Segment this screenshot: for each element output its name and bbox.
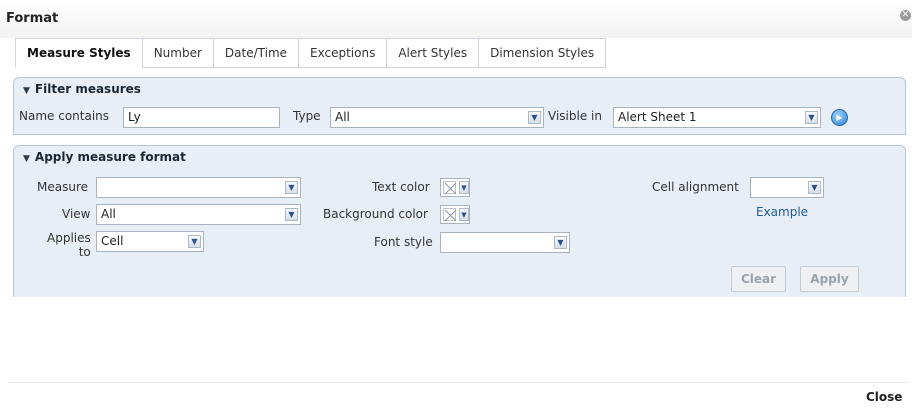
type-label: Type (293, 109, 321, 123)
font-style-select[interactable]: ▼ (440, 232, 570, 253)
text-color-label: Text color (372, 180, 430, 194)
visible-in-select[interactable]: Alert Sheet 1 ▼ (613, 107, 821, 128)
tab-number[interactable]: Number (141, 38, 213, 68)
tab-alert-styles[interactable]: Alert Styles (386, 38, 479, 68)
applies-to-select[interactable]: Cell ▼ (96, 231, 204, 252)
clear-button[interactable]: Clear (731, 266, 786, 292)
chevron-down-icon[interactable]: ▼ (188, 235, 201, 248)
go-button-icon[interactable]: ▶ (831, 109, 848, 126)
filter-measures-header[interactable]: ▼ Filter measures (23, 82, 141, 96)
text-color-picker[interactable]: ▼ (440, 178, 470, 197)
chevron-down-icon[interactable]: ▼ (285, 208, 298, 221)
no-color-swatch-icon (443, 181, 457, 195)
filter-measures-panel: ▼ Filter measures Name contains Ly Type A… (13, 77, 906, 135)
chevron-down-icon[interactable]: ▼ (285, 181, 298, 194)
visible-in-select-value: Alert Sheet 1 (618, 110, 697, 124)
chevron-down-icon: ▼ (23, 86, 30, 96)
footer-divider (8, 382, 908, 383)
applies-label-line2: to (78, 245, 91, 259)
name-contains-label: Name contains (19, 109, 110, 123)
type-select-value: All (335, 110, 350, 124)
view-select-value: All (101, 207, 116, 221)
type-select[interactable]: All ▼ (330, 107, 544, 128)
chevron-down-icon[interactable]: ▼ (459, 181, 469, 194)
apply-format-header[interactable]: ▼ Apply measure format (23, 150, 186, 164)
measure-select[interactable]: ▼ (96, 177, 301, 198)
chevron-down-icon[interactable]: ▼ (554, 236, 567, 249)
visible-in-label: Visible in (548, 109, 602, 123)
no-color-swatch-icon (443, 208, 457, 222)
close-button[interactable]: Close (866, 390, 902, 404)
applies-to-select-value: Cell (101, 234, 124, 248)
close-dialog-icon[interactable]: ✕ (900, 10, 911, 21)
applies-label-line1: Applies (47, 231, 91, 245)
apply-measure-format-panel: ▼ Apply measure format Measure ▼ View All… (13, 145, 906, 297)
chevron-down-icon[interactable]: ▼ (805, 111, 818, 124)
font-style-label: Font style (374, 235, 433, 249)
view-label: View (62, 207, 91, 221)
cell-alignment-label: Cell alignment (652, 180, 739, 194)
tab-date-time[interactable]: Date/Time (212, 38, 299, 68)
background-color-picker[interactable]: ▼ (440, 205, 470, 224)
apply-button[interactable]: Apply (800, 266, 859, 292)
applies-to-label: Applies to (47, 231, 91, 259)
view-select[interactable]: All ▼ (96, 204, 301, 225)
measure-label: Measure (37, 180, 88, 194)
chevron-down-icon: ▼ (23, 154, 30, 164)
name-contains-input[interactable]: Ly (123, 107, 280, 128)
filter-measures-title: Filter measures (34, 82, 141, 96)
apply-format-title: Apply measure format (34, 150, 186, 164)
cell-alignment-select[interactable]: ▼ (750, 177, 824, 198)
chevron-down-icon[interactable]: ▼ (459, 208, 469, 221)
chevron-down-icon[interactable]: ▼ (808, 181, 821, 194)
chevron-down-icon[interactable]: ▼ (528, 111, 541, 124)
dialog-title: Format (6, 11, 59, 26)
format-tabs: Measure Styles Number Date/Time Exceptio… (15, 38, 607, 68)
tab-exceptions[interactable]: Exceptions (298, 38, 387, 68)
background-color-label: Background color (323, 207, 428, 221)
example-link[interactable]: Example (756, 205, 808, 219)
tab-measure-styles[interactable]: Measure Styles (15, 38, 142, 68)
tab-dimension-styles[interactable]: Dimension Styles (478, 38, 607, 68)
dialog-titlebar: Format ✕ (0, 0, 912, 38)
